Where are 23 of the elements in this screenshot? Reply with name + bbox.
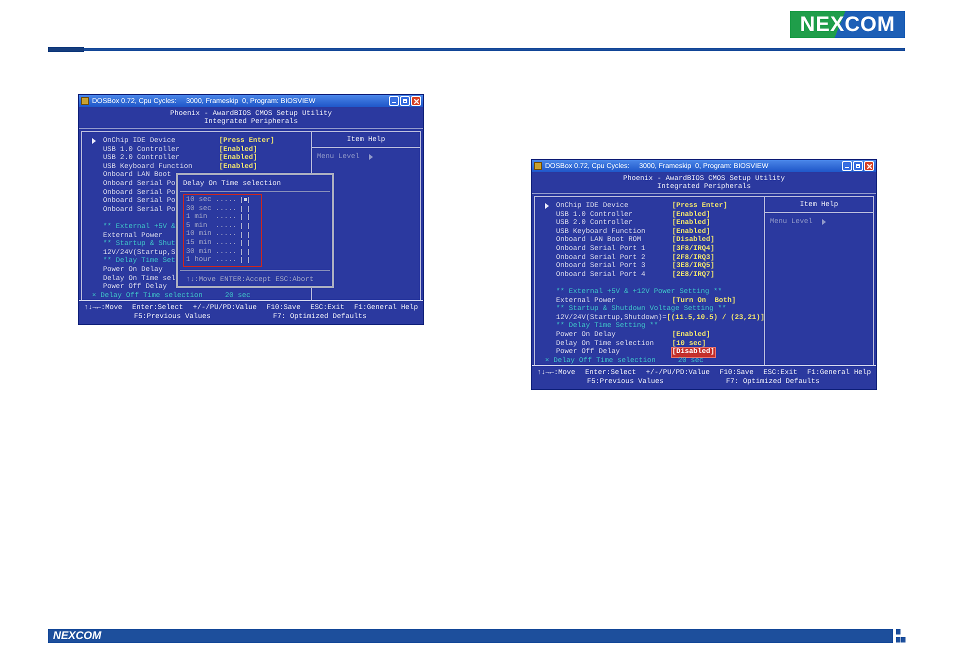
minimize-button[interactable]: [842, 161, 852, 171]
nexcom-logo: NEXCOM: [790, 11, 905, 38]
triangle-icon: [92, 138, 96, 144]
app-icon: [534, 162, 542, 170]
triangle-icon: [545, 203, 549, 210]
minimize-button[interactable]: [389, 96, 399, 106]
squares-icon: [896, 629, 906, 643]
option-checkbox[interactable]: [240, 206, 249, 212]
triangle-icon: [822, 219, 826, 225]
triangle-icon: [368, 154, 373, 160]
app-icon: [81, 97, 89, 105]
close-button[interactable]: [411, 96, 421, 106]
footer-bar: NEXCOM: [48, 629, 893, 643]
maximize-button[interactable]: [400, 96, 410, 106]
option-checkbox[interactable]: [240, 197, 249, 204]
close-button[interactable]: [864, 161, 874, 171]
option-checkbox[interactable]: [240, 248, 249, 255]
option-checkbox[interactable]: [240, 240, 249, 246]
option-checkbox[interactable]: [240, 214, 249, 220]
option-checkbox[interactable]: [240, 223, 249, 230]
maximize-button[interactable]: [853, 161, 863, 171]
option-checkbox[interactable]: [240, 232, 249, 238]
option-checkbox[interactable]: [240, 257, 249, 264]
